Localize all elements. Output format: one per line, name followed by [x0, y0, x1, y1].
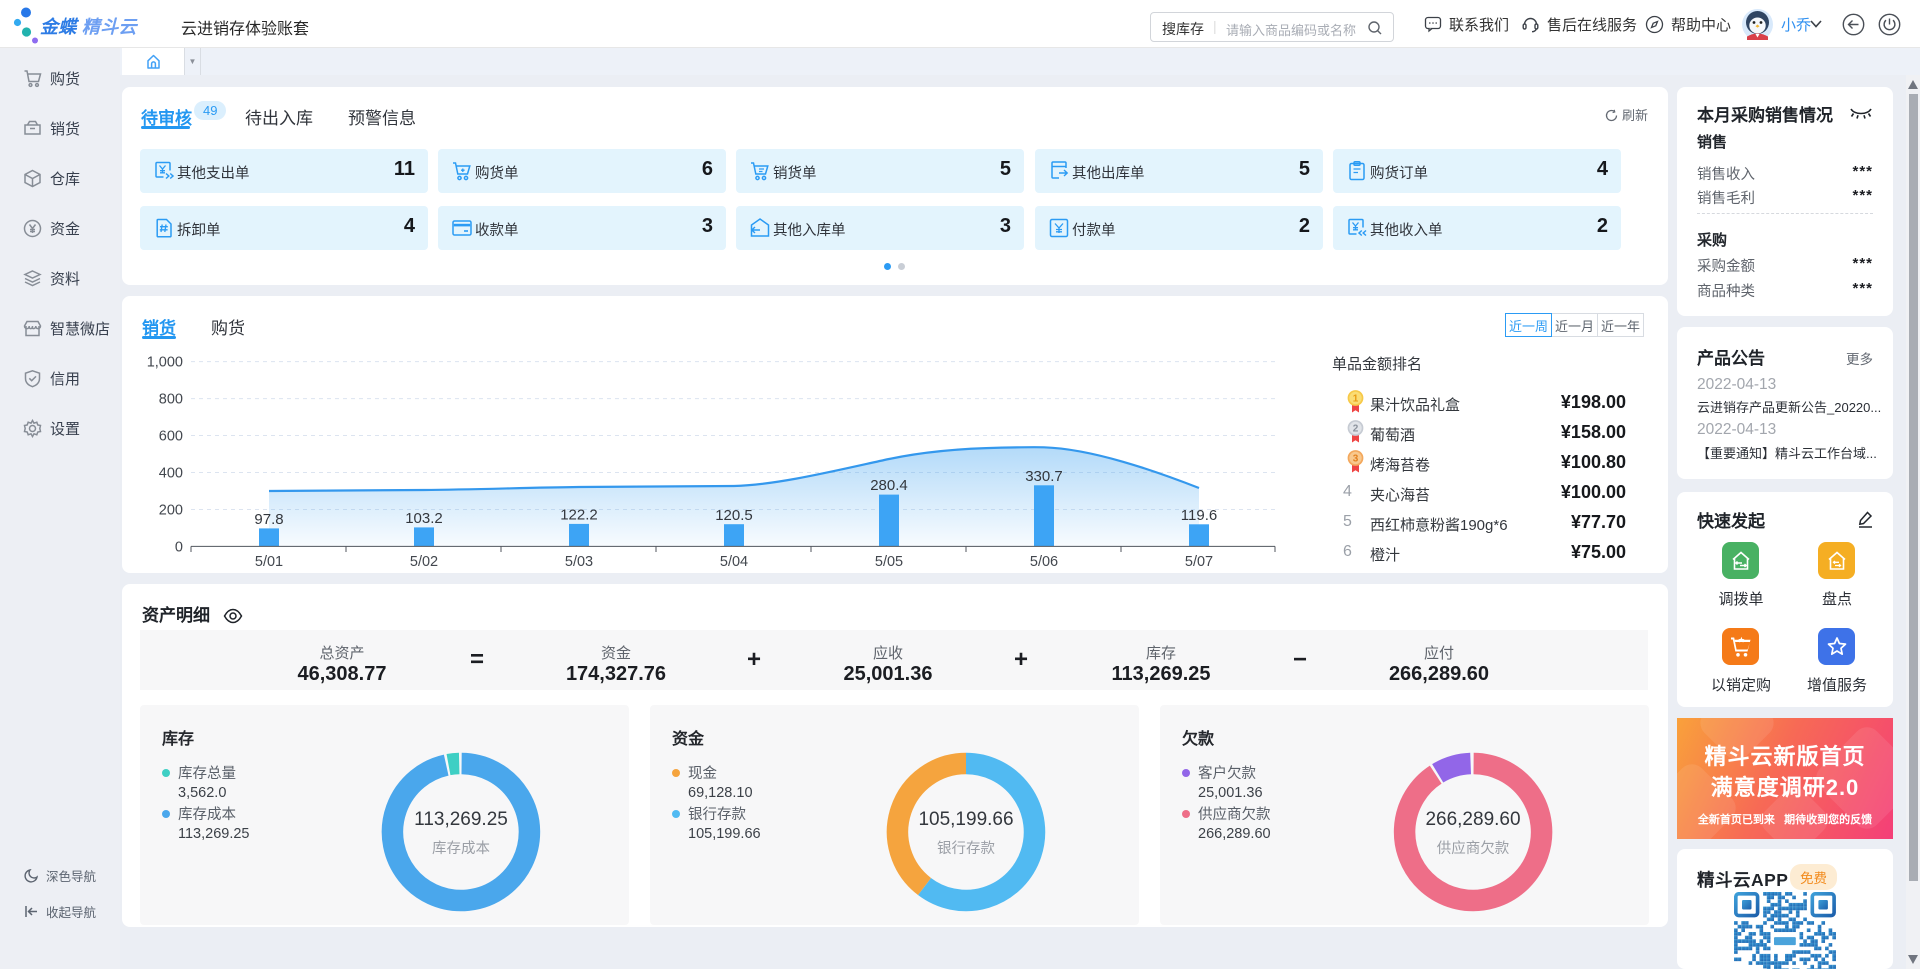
svg-text:5/03: 5/03 [565, 554, 593, 570]
svg-text:600: 600 [159, 429, 183, 445]
svg-text:5/04: 5/04 [720, 554, 748, 570]
svg-text:330.7: 330.7 [1025, 468, 1063, 485]
svg-text:200: 200 [159, 503, 183, 519]
svg-text:5/05: 5/05 [875, 554, 903, 570]
svg-text:122.2: 122.2 [560, 507, 598, 524]
svg-text:2: 2 [1353, 424, 1359, 435]
svg-text:5/07: 5/07 [1185, 554, 1213, 570]
svg-text:1,000: 1,000 [147, 355, 183, 371]
svg-text:120.5: 120.5 [715, 507, 753, 524]
svg-text:800: 800 [159, 392, 183, 408]
svg-text:280.4: 280.4 [870, 477, 908, 494]
svg-text:400: 400 [159, 466, 183, 482]
svg-text:0: 0 [175, 539, 183, 555]
svg-text:119.6: 119.6 [1181, 507, 1217, 524]
svg-text:1: 1 [1353, 394, 1359, 405]
svg-text:97.8: 97.8 [254, 511, 283, 528]
svg-text:5/06: 5/06 [1030, 554, 1058, 570]
svg-text:3: 3 [1353, 454, 1359, 465]
svg-text:5/02: 5/02 [410, 554, 438, 570]
svg-text:103.2: 103.2 [405, 510, 443, 527]
svg-text:5/01: 5/01 [255, 554, 283, 570]
